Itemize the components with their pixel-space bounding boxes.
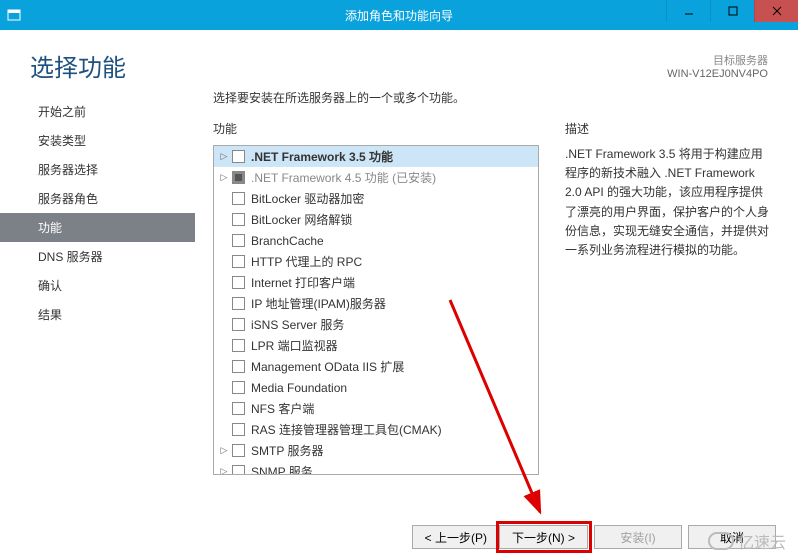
wizard-steps-sidebar: 开始之前安装类型服务器选择服务器角色功能DNS 服务器确认结果 xyxy=(0,89,195,475)
feature-label: SMTP 服务器 xyxy=(251,442,323,459)
feature-label: BitLocker 网络解锁 xyxy=(251,211,352,228)
minimize-button[interactable] xyxy=(666,0,710,22)
cancel-button[interactable]: 取消 xyxy=(688,525,776,549)
expand-icon xyxy=(218,340,230,352)
feature-label: Internet 打印客户端 xyxy=(251,274,355,291)
feature-label: RAS 连接管理器管理工具包(CMAK) xyxy=(251,421,442,438)
expand-icon[interactable]: ▷ xyxy=(218,151,230,163)
feature-item[interactable]: LPR 端口监视器 xyxy=(214,335,538,356)
feature-checkbox[interactable] xyxy=(232,444,245,457)
feature-item[interactable]: Internet 打印客户端 xyxy=(214,272,538,293)
feature-label: NFS 客户端 xyxy=(251,400,314,417)
description-text: .NET Framework 3.5 将用于构建应用程序的新技术融入 .NET … xyxy=(565,145,770,260)
expand-icon xyxy=(218,361,230,373)
features-listbox[interactable]: ▷ .NET Framework 3.5 功能 ▷ .NET Framework 4.… xyxy=(213,145,539,475)
feature-checkbox[interactable] xyxy=(232,381,245,394)
feature-label: SNMP 服务 xyxy=(251,463,313,475)
feature-checkbox[interactable] xyxy=(232,465,245,475)
feature-label: LPR 端口监视器 xyxy=(251,337,338,354)
wizard-step[interactable]: 安装类型 xyxy=(0,126,195,155)
feature-label: .NET Framework 4.5 功能 (已安装) xyxy=(251,169,436,186)
feature-checkbox[interactable] xyxy=(232,255,245,268)
feature-checkbox[interactable] xyxy=(232,423,245,436)
feature-checkbox[interactable] xyxy=(232,171,245,184)
wizard-step: DNS 服务器 xyxy=(0,242,195,271)
app-icon xyxy=(0,8,28,22)
page-title: 选择功能 xyxy=(30,48,126,83)
feature-item[interactable]: BitLocker 网络解锁 xyxy=(214,209,538,230)
expand-icon[interactable]: ▷ xyxy=(218,445,230,457)
feature-label: Media Foundation xyxy=(251,381,347,395)
feature-item[interactable]: BranchCache xyxy=(214,230,538,251)
feature-item[interactable]: HTTP 代理上的 RPC xyxy=(214,251,538,272)
wizard-step[interactable]: 功能 xyxy=(0,213,195,242)
wizard-step[interactable]: 服务器选择 xyxy=(0,155,195,184)
expand-icon[interactable]: ▷ xyxy=(218,172,230,184)
feature-checkbox[interactable] xyxy=(232,318,245,331)
titlebar: 添加角色和功能向导 xyxy=(0,0,798,30)
feature-item[interactable]: ▷ .NET Framework 4.5 功能 (已安装) xyxy=(214,167,538,188)
feature-item[interactable]: NFS 客户端 xyxy=(214,398,538,419)
feature-label: Management OData IIS 扩展 xyxy=(251,358,404,375)
feature-item[interactable]: ▷ .NET Framework 3.5 功能 xyxy=(214,146,538,167)
wizard-step[interactable]: 服务器角色 xyxy=(0,184,195,213)
feature-label: .NET Framework 3.5 功能 xyxy=(251,148,393,165)
feature-checkbox[interactable] xyxy=(232,150,245,163)
page-header: 选择功能 目标服务器 WIN-V12EJ0NV4PO xyxy=(0,30,798,89)
close-button[interactable] xyxy=(754,0,798,22)
feature-checkbox[interactable] xyxy=(232,276,245,289)
feature-item[interactable]: Management OData IIS 扩展 xyxy=(214,356,538,377)
feature-checkbox[interactable] xyxy=(232,402,245,415)
feature-item[interactable]: ▷ SMTP 服务器 xyxy=(214,440,538,461)
wizard-step: 确认 xyxy=(0,271,195,300)
feature-checkbox[interactable] xyxy=(232,213,245,226)
expand-icon xyxy=(218,424,230,436)
expand-icon xyxy=(218,319,230,331)
feature-item[interactable]: IP 地址管理(IPAM)服务器 xyxy=(214,293,538,314)
target-server-info: 目标服务器 WIN-V12EJ0NV4PO xyxy=(667,52,768,80)
expand-icon xyxy=(218,193,230,205)
expand-icon xyxy=(218,403,230,415)
feature-item[interactable]: Media Foundation xyxy=(214,377,538,398)
next-button[interactable]: 下一步(N) > xyxy=(500,525,588,549)
maximize-button[interactable] xyxy=(710,0,754,22)
wizard-step[interactable]: 开始之前 xyxy=(0,97,195,126)
description-heading: 描述 xyxy=(565,120,770,137)
feature-item[interactable]: ▷ SNMP 服务 xyxy=(214,461,538,475)
expand-icon xyxy=(218,214,230,226)
features-heading: 功能 xyxy=(213,120,539,137)
feature-label: iSNS Server 服务 xyxy=(251,316,344,333)
feature-item[interactable]: iSNS Server 服务 xyxy=(214,314,538,335)
instruction-text: 选择要安装在所选服务器上的一个或多个功能。 xyxy=(213,89,770,106)
feature-item[interactable]: BitLocker 驱动器加密 xyxy=(214,188,538,209)
expand-icon xyxy=(218,235,230,247)
feature-checkbox[interactable] xyxy=(232,339,245,352)
feature-checkbox[interactable] xyxy=(232,234,245,247)
prev-button[interactable]: < 上一步(P) xyxy=(412,525,500,549)
feature-label: BranchCache xyxy=(251,234,324,248)
feature-label: BitLocker 驱动器加密 xyxy=(251,190,364,207)
wizard-footer: < 上一步(P) 下一步(N) > 安装(I) 取消 xyxy=(412,525,798,549)
feature-checkbox[interactable] xyxy=(232,192,245,205)
target-server-value: WIN-V12EJ0NV4PO xyxy=(667,68,768,80)
expand-icon xyxy=(218,382,230,394)
wizard-step: 结果 xyxy=(0,300,195,329)
feature-checkbox[interactable] xyxy=(232,360,245,373)
feature-item[interactable]: RAS 连接管理器管理工具包(CMAK) xyxy=(214,419,538,440)
feature-checkbox[interactable] xyxy=(232,297,245,310)
expand-icon xyxy=(218,256,230,268)
feature-label: IP 地址管理(IPAM)服务器 xyxy=(251,295,386,312)
install-button[interactable]: 安装(I) xyxy=(594,525,682,549)
expand-icon xyxy=(218,298,230,310)
target-server-label: 目标服务器 xyxy=(667,52,768,68)
expand-icon xyxy=(218,277,230,289)
feature-label: HTTP 代理上的 RPC xyxy=(251,253,362,270)
window-title: 添加角色和功能向导 xyxy=(345,7,453,24)
expand-icon[interactable]: ▷ xyxy=(218,466,230,476)
